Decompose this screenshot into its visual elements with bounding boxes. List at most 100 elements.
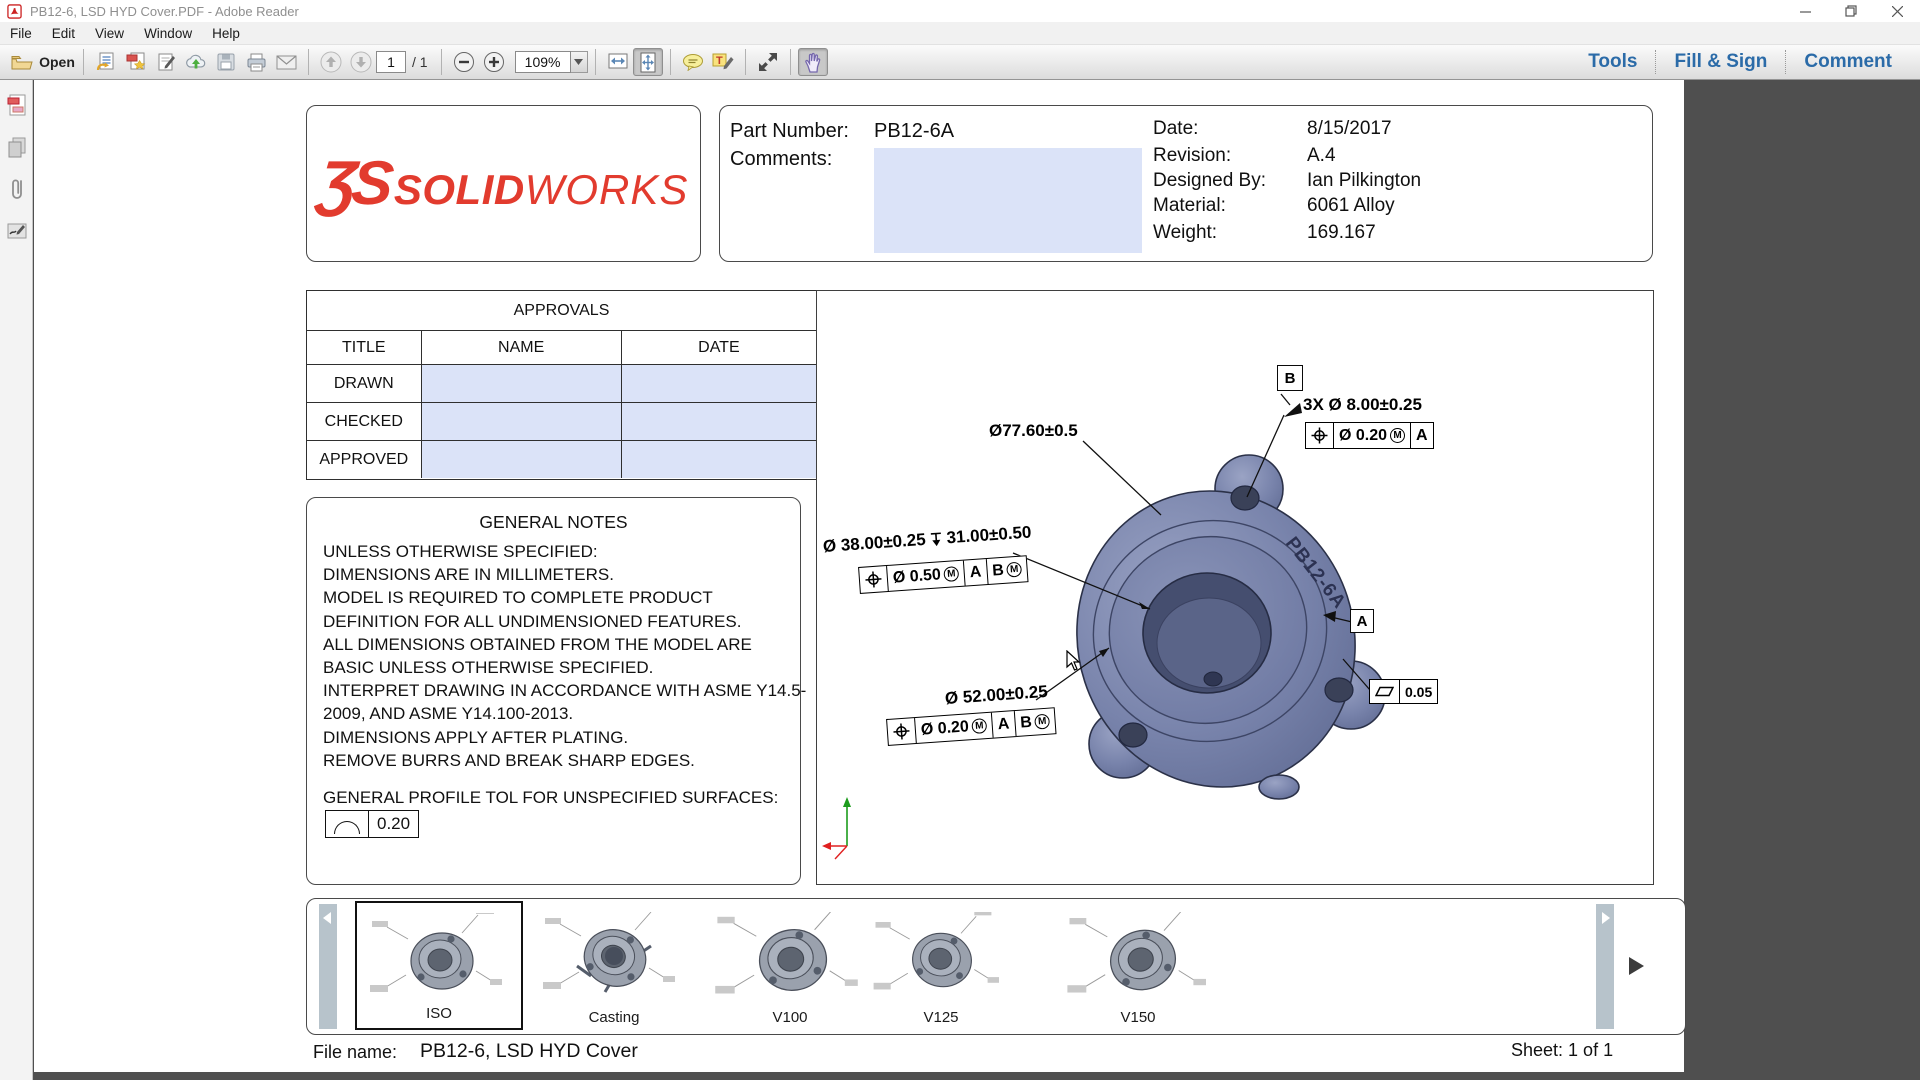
drawn-name-field[interactable] [422,365,622,403]
text-markup-icon: T [712,52,734,72]
fit-page-button[interactable] [633,48,663,76]
thumbnails-scroll-right[interactable] [1596,904,1614,1029]
datum-a-box: A [1350,609,1374,633]
part-number-value: PB12-6A [874,120,954,143]
profile-tolerance-value: 0.20 [368,811,418,837]
coordinate-triad-icon [822,797,851,859]
checked-date-field[interactable] [622,403,816,441]
fill-sign-link[interactable]: Fill & Sign [1656,51,1785,73]
approved-date-field[interactable] [622,441,816,478]
send-file-button[interactable] [91,48,121,76]
fcf-datum-ref: A [963,559,987,586]
note-line: INTERPRET DRAWING IN ACCORDANCE WITH ASM… [323,679,806,702]
position-symbol-cell [859,566,888,593]
position-symbol-icon [1311,427,1328,444]
thumbnail-v150[interactable]: V150 [1063,902,1213,1032]
fit-width-button[interactable] [603,48,633,76]
page-thumbnails-button[interactable] [0,88,33,122]
close-button[interactable] [1874,0,1920,22]
sign-document-button[interactable] [151,48,181,76]
pages-panel-button[interactable] [0,130,33,164]
zoom-out-icon [453,51,475,73]
sign-pen-icon [156,52,176,72]
thumbnail-casting[interactable]: Casting [539,902,689,1032]
thumbnails-scroll-left[interactable] [319,904,337,1029]
minimize-icon [1800,6,1811,17]
zoom-out-button[interactable] [449,48,479,76]
save-floppy-icon [217,53,235,71]
datum-b-box: B [1277,365,1303,391]
flatness-symbol-icon [1375,686,1394,697]
note-line: ALL DIMENSIONS OBTAINED FROM THE MODEL A… [323,633,806,656]
dim-bolt-holes: 3X Ø 8.00±0.25 [1303,395,1422,415]
menu-view[interactable]: View [85,24,134,43]
open-button[interactable]: Open [10,48,76,76]
logo-works-text: WORKS [525,166,689,214]
thumbnail-v100[interactable]: V100 [715,902,865,1032]
col-date: DATE [622,331,816,365]
col-name: NAME [422,331,622,365]
zoom-in-button[interactable] [479,48,509,76]
comments-field[interactable] [874,148,1142,253]
create-pdf-button[interactable] [121,48,151,76]
hand-tool-button[interactable] [798,48,828,76]
sticky-note-button[interactable] [678,48,708,76]
highlight-text-button[interactable]: T [708,48,738,76]
fullscreen-button[interactable] [753,48,783,76]
drawing-view: PB12-6A [816,290,1654,885]
zoom-level-input[interactable]: 109% [515,51,571,73]
menu-edit[interactable]: Edit [42,24,85,43]
thumbnail-iso[interactable]: ISO [355,901,523,1030]
email-envelope-icon [276,55,297,70]
next-configuration-button[interactable] [1629,957,1644,975]
flatness-symbol-cell [1370,680,1399,703]
thumbnail-v125[interactable]: V125 [866,902,1016,1032]
position-symbol-cell [887,718,916,745]
create-pdf-icon [126,52,146,72]
save-button[interactable] [211,48,241,76]
minimize-button[interactable] [1782,0,1828,22]
thumbnail-iso-image [364,913,514,1013]
col-title: TITLE [307,331,422,365]
comment-link[interactable]: Comment [1786,51,1910,73]
fcf-datum-ref: A [991,711,1015,738]
checked-name-field[interactable] [422,403,622,441]
print-button[interactable] [241,48,271,76]
weight-value: 169.167 [1307,222,1376,244]
approvals-table: APPROVALS TITLE NAME DATE DRAWN CHECKED … [306,290,817,480]
restore-button[interactable] [1828,0,1874,22]
next-page-button[interactable] [346,48,376,76]
email-button[interactable] [271,48,301,76]
surface-profile-symbol-icon [334,821,360,834]
approved-name-field[interactable] [422,441,622,478]
export-pdf-icon [7,94,27,116]
upload-cloud-button[interactable] [181,48,211,76]
attachments-panel-button[interactable] [0,172,33,206]
note-line: MODEL IS REQUIRED TO COMPLETE PRODUCT [323,586,806,609]
mmc-modifier-icon: M [1390,428,1405,443]
page-total-label: / 1 [412,54,428,70]
chevron-down-icon [574,59,583,65]
menu-help[interactable]: Help [202,24,250,43]
profile-tolerance-label: GENERAL PROFILE TOL FOR UNSPECIFIED SURF… [323,788,778,808]
drawn-date-field[interactable] [622,365,816,403]
page-up-icon [320,51,342,73]
menu-window[interactable]: Window [134,24,202,43]
page-number-input[interactable]: 1 [376,51,406,73]
mmc-modifier-icon: M [943,566,959,582]
svg-text:T: T [716,55,723,67]
logo-solid-text: SOLID [394,166,525,214]
previous-page-button[interactable] [316,48,346,76]
close-icon [1892,6,1903,17]
cloud-upload-icon [185,53,207,72]
menu-bar: File Edit View Window Help [0,22,1920,45]
note-line: REMOVE BURRS AND BREAK SHARP EDGES. [323,749,806,772]
flatness-tolerance-value: 0.05 [1399,680,1437,703]
tools-link[interactable]: Tools [1570,51,1655,73]
thumbnail-casting-image [539,912,689,1012]
position-symbol-icon [864,570,882,588]
zoom-dropdown-button[interactable] [571,51,588,73]
menu-file[interactable]: File [0,24,42,43]
scroll-right-arrow-icon [1598,911,1612,925]
signatures-panel-button[interactable] [0,214,33,248]
